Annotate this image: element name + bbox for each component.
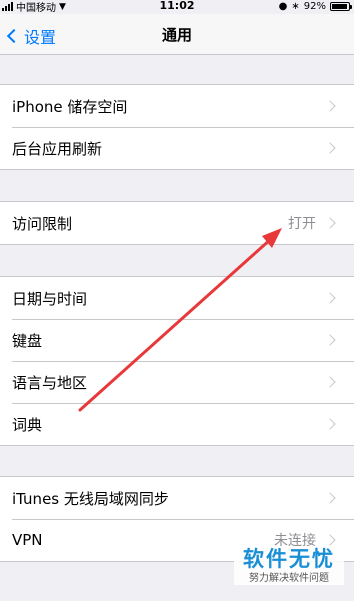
settings-group-storage: iPhone 储存空间 后台应用刷新 (0, 84, 354, 170)
list-item-label: 词典 (12, 415, 43, 434)
watermark-subtitle: 努力解决软件问题 (249, 573, 329, 584)
chevron-right-icon (324, 492, 336, 504)
list-item-label: iTunes 无线局域网同步 (12, 489, 169, 508)
list-item-language-region[interactable]: 语言与地区 (0, 361, 354, 403)
watermark-title: 软件无忧 (243, 547, 335, 571)
chevron-right-icon (324, 292, 336, 304)
list-item-keyboard[interactable]: 键盘 (0, 319, 354, 361)
list-item-label: 日期与时间 (12, 289, 88, 308)
list-item-dictionary[interactable]: 词典 (0, 403, 354, 445)
status-right: ● ∗ 92% (278, 0, 352, 13)
list-item-label: 访问限制 (12, 214, 73, 233)
list-item-label: iPhone 储存空间 (12, 97, 128, 116)
list-item-iphone-storage[interactable]: iPhone 储存空间 (0, 85, 354, 127)
chevron-right-icon (324, 142, 336, 154)
chevron-right-icon (324, 534, 336, 546)
settings-group-restrictions: 访问限制 打开 (0, 201, 354, 245)
list-item-label: 语言与地区 (12, 373, 88, 392)
battery-percent: 92% (303, 1, 326, 12)
list-item-label: 后台应用刷新 (12, 139, 103, 158)
watermark: 软件无忧 努力解决软件问题 (234, 546, 344, 585)
list-item-date-time[interactable]: 日期与时间 (0, 277, 354, 319)
list-item-label: 键盘 (12, 331, 43, 350)
list-item-itunes-wifi-sync[interactable]: iTunes 无线局域网同步 (0, 477, 354, 519)
bluetooth-icon: ∗ (291, 1, 300, 12)
alarm-icon: ● (278, 1, 288, 12)
list-item-value: 打开 (288, 216, 316, 232)
chevron-right-icon (324, 376, 336, 388)
battery-icon (330, 2, 352, 11)
chevron-right-icon (324, 334, 336, 346)
chevron-right-icon (324, 418, 336, 430)
list-item-restrictions[interactable]: 访问限制 打开 (0, 202, 354, 244)
list-item-label: VPN (12, 531, 43, 549)
navigation-bar: 设置 通用 (0, 14, 354, 55)
chevron-right-icon (324, 217, 336, 229)
settings-group-locale: 日期与时间 键盘 语言与地区 词典 (0, 276, 354, 446)
page-title: 通用 (161, 26, 192, 44)
list-item-background-app-refresh[interactable]: 后台应用刷新 (0, 127, 354, 169)
chevron-right-icon (324, 100, 336, 112)
status-bar: 中国移动 ▼ 11:02 ● ∗ 92% (0, 0, 354, 14)
